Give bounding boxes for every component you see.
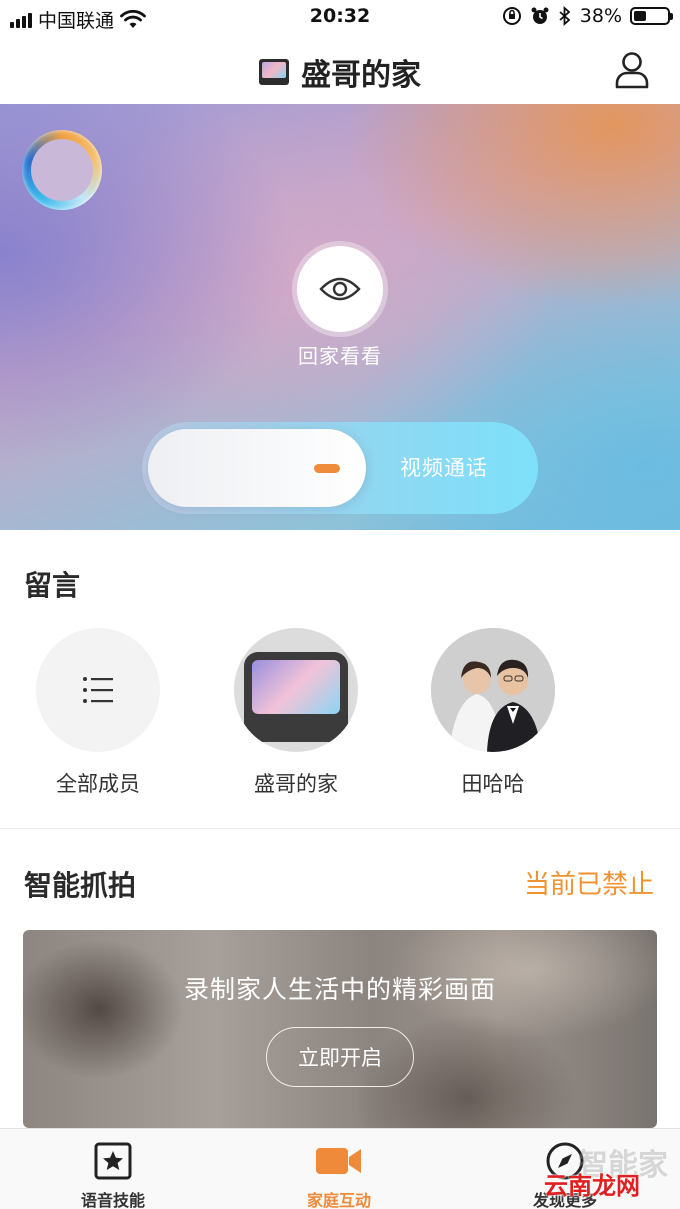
video-call-slider[interactable]: 视频通话 [142,422,538,514]
battery-level [634,11,646,21]
enable-capture-button[interactable]: 立即开启 [266,1027,414,1087]
look-home-label: 回家看看 [298,344,382,368]
tab-voice-skills[interactable]: 语音技能 [0,1129,226,1209]
battery-percent: 38% [579,5,622,27]
member-person[interactable]: 田哈哈 [413,628,573,798]
wedding-photo-avatar [431,628,555,752]
capture-status-link[interactable]: 当前已禁止 [524,864,654,901]
orientation-lock-icon [502,7,521,25]
video-hero-panel: 回家看看 视频通话 [0,104,680,530]
watermark-secondary: 云南龙网 [544,1172,640,1200]
page-title: 盛哥的家 [301,58,421,93]
capture-section-title: 智能抓拍 [24,869,137,902]
status-bar-right: 38% [502,5,673,27]
messages-section-title: 留言 [24,569,81,602]
tab-family-interaction[interactable]: 家庭互动 [226,1129,452,1209]
member-avatar [234,628,358,752]
section-divider [0,828,680,829]
smart-display-icon [259,59,289,85]
slider-handle[interactable] [148,429,366,507]
home-selector[interactable]: 盛哥的家 [0,50,680,94]
star-icon [94,1142,132,1180]
video-call-label: 视频通话 [400,456,488,480]
smart-display-icon [244,652,348,742]
eye-icon [319,277,361,301]
member-name: 盛哥的家 [254,772,338,796]
capture-prompt: 录制家人生活中的精彩画面 [183,975,496,1004]
member-all[interactable]: 全部成员 [18,628,178,798]
status-bar: 中国联通 20:32 38% [0,0,680,36]
capture-banner: 录制家人生活中的精彩画面 立即开启 [23,930,657,1128]
user-profile-icon[interactable] [614,50,650,90]
bluetooth-icon [559,6,571,26]
tab-label: 家庭互动 [306,1191,371,1209]
alarm-icon [531,7,549,24]
member-name: 田哈哈 [461,772,525,796]
battery-icon [630,7,673,25]
member-list: 全部成员 盛哥的家 田哈哈 [0,628,680,808]
member-name: 全部成员 [56,772,140,796]
member-avatar [36,628,160,752]
video-camera-icon [316,1148,361,1174]
tab-label: 语音技能 [80,1191,145,1209]
look-home-button[interactable] [297,246,383,332]
slider-handle-grip [314,464,340,473]
app-header: 盛哥的家 [0,36,680,104]
list-icon [83,677,113,703]
member-device[interactable]: 盛哥的家 [216,628,376,798]
